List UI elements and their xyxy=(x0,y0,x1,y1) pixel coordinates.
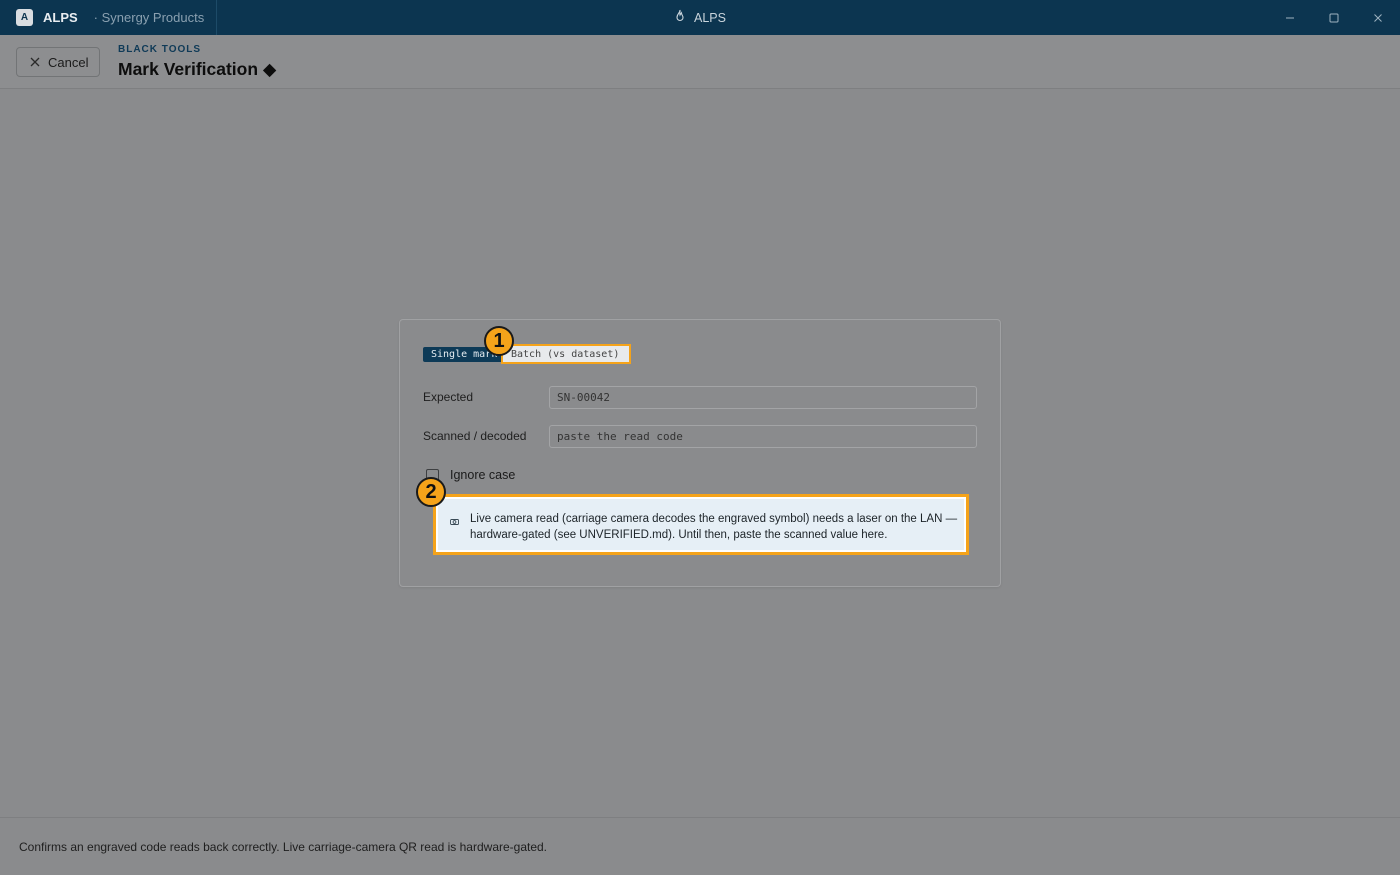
window-title: ALPS xyxy=(674,9,726,27)
title-bar: A ALPS · Synergy Products ALPS xyxy=(0,0,1400,35)
cancel-button[interactable]: Cancel xyxy=(16,47,100,77)
org-name: · Synergy Products xyxy=(93,10,205,25)
minimize-icon xyxy=(1286,17,1294,18)
expected-input[interactable] xyxy=(549,386,977,409)
marker-1: 1 xyxy=(484,326,514,356)
page-header: Cancel BLACK TOOLS Mark Verification ◆ xyxy=(0,35,1400,89)
status-footer: Confirms an engraved code reads back cor… xyxy=(0,817,1400,875)
expected-label: Expected xyxy=(423,390,474,404)
flame-icon xyxy=(674,9,686,27)
ignore-case-label: Ignore case xyxy=(450,468,516,482)
mode-toggle: Single mark Batch (vs dataset) xyxy=(423,344,632,364)
close-window-button[interactable] xyxy=(1356,0,1400,35)
tab-batch[interactable]: Batch (vs dataset) xyxy=(501,344,632,364)
footer-text: Confirms an engraved code reads back cor… xyxy=(19,840,548,854)
maximize-button[interactable] xyxy=(1312,0,1356,35)
scanned-label: Scanned / decoded xyxy=(423,429,527,443)
maximize-icon xyxy=(1329,13,1339,22)
x-icon xyxy=(30,57,40,67)
scanned-input[interactable] xyxy=(549,425,977,448)
app-name: ALPS xyxy=(43,10,78,25)
window-title-text: ALPS xyxy=(694,10,726,25)
notice-text: Live camera read (carriage camera decode… xyxy=(470,513,958,541)
minimize-button[interactable] xyxy=(1268,0,1312,35)
hardware-notice: Live camera read (carriage camera decode… xyxy=(433,494,969,555)
verification-card: Single mark Batch (vs dataset) Expected … xyxy=(399,319,1001,587)
close-icon xyxy=(1374,13,1382,22)
expected-row: Expected xyxy=(423,386,978,410)
cancel-label: Cancel xyxy=(48,54,89,70)
marker-2: 2 xyxy=(416,477,446,507)
app-switcher[interactable]: A ALPS · Synergy Products xyxy=(0,0,217,35)
scanned-row: Scanned / decoded xyxy=(423,425,978,449)
camera-icon xyxy=(450,512,459,530)
breadcrumb: BLACK TOOLS xyxy=(118,44,202,55)
page-title: Mark Verification ◆ xyxy=(118,59,277,79)
app-badge: A xyxy=(16,9,33,26)
